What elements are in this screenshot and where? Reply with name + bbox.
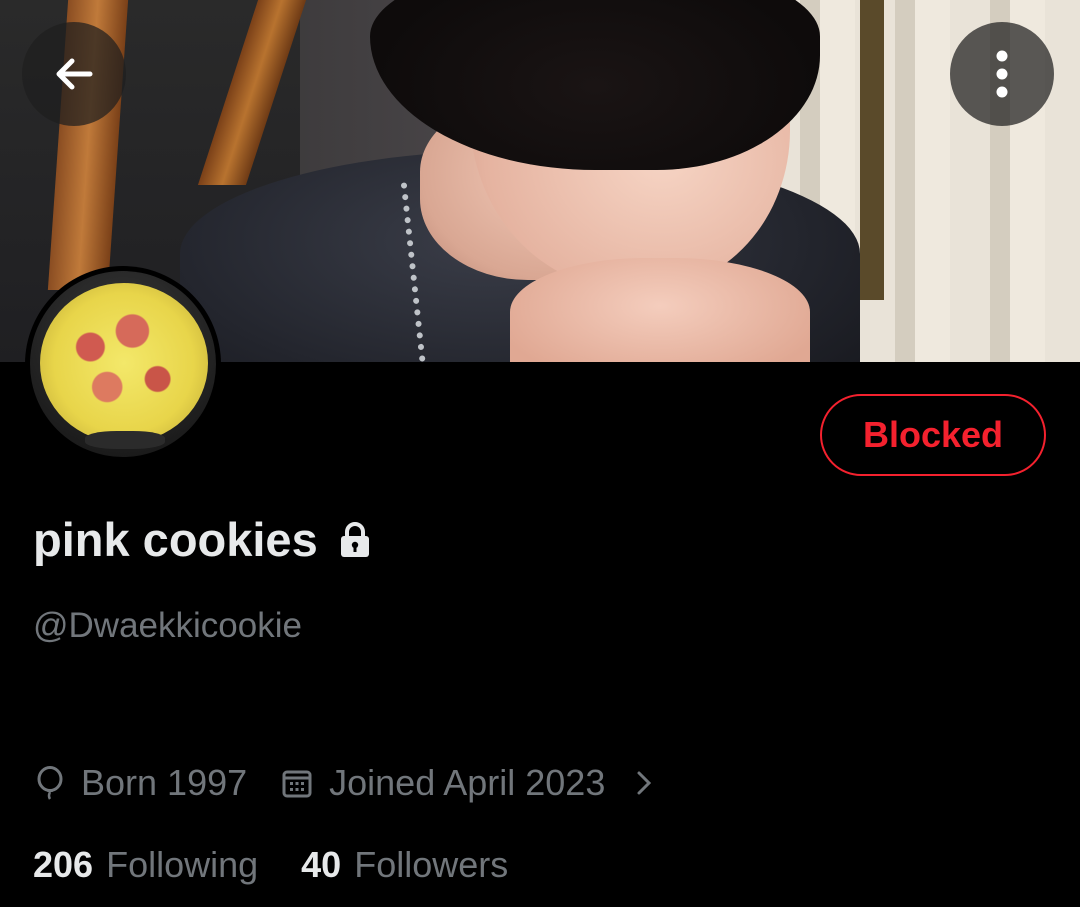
display-name-row: pink cookies <box>33 512 372 567</box>
joined-text: Joined April 2023 <box>329 762 606 803</box>
back-button[interactable] <box>22 22 126 126</box>
display-name: pink cookies <box>33 513 318 566</box>
moon-lamp-image <box>85 431 165 449</box>
joined-info[interactable]: Joined April 2023 <box>281 762 655 804</box>
banner-figure <box>510 258 810 362</box>
avatar[interactable] <box>25 266 221 462</box>
moon-lamp-image <box>40 283 208 443</box>
followers-link[interactable]: 40 Followers <box>301 844 508 886</box>
following-label: Following <box>106 844 259 885</box>
profile-meta-row: Born 1997 Joined April 2023 <box>35 762 689 804</box>
follow-stats: 206 Following 40 Followers <box>33 844 551 886</box>
chevron-right-icon[interactable] <box>633 766 655 800</box>
more-options-button[interactable] <box>950 22 1054 126</box>
born-text: Born 1997 <box>81 762 248 803</box>
calendar-icon <box>282 770 312 798</box>
username-handle: @Dwaekkicookie <box>33 606 302 645</box>
following-count: 206 <box>33 844 94 885</box>
more-vertical-icon <box>996 50 1008 98</box>
blocked-button[interactable]: Blocked <box>820 394 1046 476</box>
followers-count: 40 <box>301 844 342 885</box>
followers-label: Followers <box>354 844 509 885</box>
arrow-left-icon <box>56 58 93 90</box>
balloon-icon <box>37 766 63 800</box>
birth-info: Born 1997 <box>35 762 247 804</box>
avatar-image <box>30 271 216 457</box>
lock-icon <box>340 521 369 557</box>
banner-background <box>860 0 884 300</box>
following-link[interactable]: 206 Following <box>33 844 258 886</box>
